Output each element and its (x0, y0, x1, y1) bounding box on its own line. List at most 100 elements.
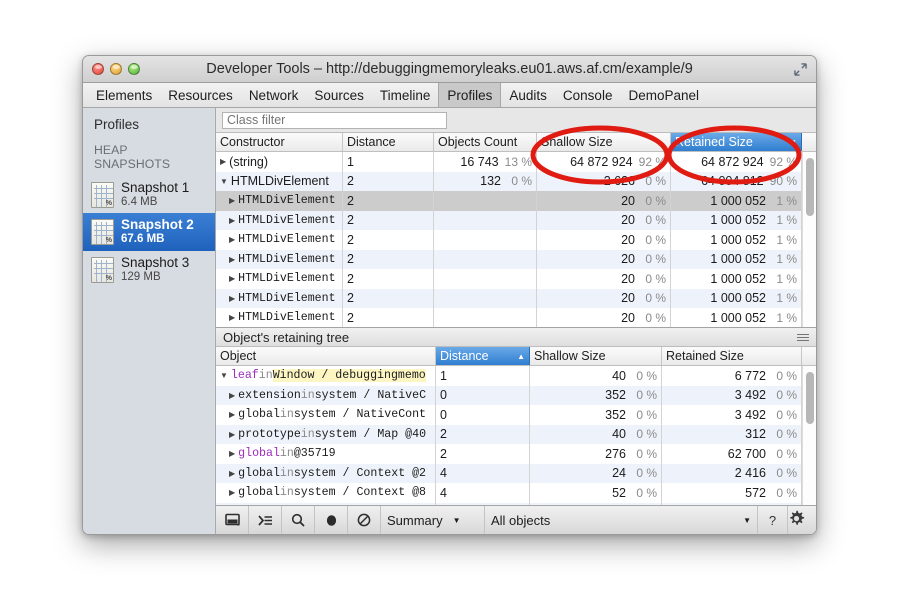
percent: 1 % (772, 272, 797, 286)
column-header-object[interactable]: Object (216, 347, 436, 365)
table-row[interactable]: ▶HTMLDivElement @22200 %1 000 0521 % (216, 250, 802, 270)
sidebar-item-snapshot-3[interactable]: % Snapshot 3 129 MB (83, 251, 215, 288)
tab-audits[interactable]: Audits (501, 83, 555, 107)
table-row[interactable]: ▶global in @3571922760 %62 7000 % (216, 444, 802, 464)
column-header-constructor[interactable]: Constructor (216, 133, 343, 151)
table-row[interactable]: ▶global in system / NativeCont03520 %3 4… (216, 405, 802, 425)
cell-distance: 2 (343, 172, 434, 192)
tab-demopanel[interactable]: DemoPanel (620, 83, 707, 107)
column-header-retained-size[interactable]: Retained Size ▼ (671, 133, 802, 151)
column-header-distance-label: Distance (440, 349, 489, 363)
disclosure-triangle-icon[interactable]: ▶ (229, 313, 235, 322)
zoom-button[interactable] (128, 63, 140, 75)
constructor-name: HTMLDivElement @2 (238, 311, 343, 324)
disclosure-triangle-icon[interactable]: ▼ (220, 371, 228, 380)
disclosure-triangle-icon[interactable]: ▶ (229, 216, 235, 225)
table-row[interactable]: ▶extension in system / NativeC03520 %3 4… (216, 386, 802, 406)
clear-icon[interactable] (348, 506, 381, 534)
table-row[interactable]: ▶HTMLDivElement @22200 %1 000 0521 % (216, 230, 802, 250)
column-header-shallow-size[interactable]: Shallow Size (530, 347, 662, 365)
table-row[interactable]: ▼HTMLDivElement21320 %2 6260 %64 004 812… (216, 172, 802, 192)
gear-icon[interactable] (788, 510, 805, 530)
view-mode-select[interactable]: Summary ▼ (381, 506, 485, 534)
value: 52 (612, 486, 626, 500)
disclosure-triangle-icon[interactable]: ▶ (229, 235, 235, 244)
cell-retained-size: 1 000 0521 % (671, 269, 802, 289)
retaining-tree-rows[interactable]: ▼leaf in Window / debuggingmemo1400 %6 7… (216, 366, 802, 505)
constructor-name: HTMLDivElement (231, 174, 329, 188)
tab-resources[interactable]: Resources (160, 83, 241, 107)
column-header-distance[interactable]: Distance (343, 133, 434, 151)
tab-sources[interactable]: Sources (306, 83, 372, 107)
value: 20 (621, 291, 635, 305)
retaining-tree-scrollbar[interactable] (802, 366, 816, 505)
disclosure-triangle-icon[interactable]: ▶ (229, 449, 235, 458)
console-drawer-icon[interactable] (249, 506, 282, 534)
chevron-down-icon: ▼ (743, 516, 751, 525)
heap-snapshot-main: Constructor Distance Objects Count Shall… (216, 108, 816, 534)
tab-console[interactable]: Console (555, 83, 621, 107)
table-row[interactable]: ▶HTMLDivElement @22200 %1 000 0521 % (216, 269, 802, 289)
table-row[interactable]: ▶prototype in system / Map @402400 %3120… (216, 425, 802, 445)
hamburger-icon[interactable] (797, 334, 809, 341)
table-row[interactable]: ▶global in system / Context @84520 %5720… (216, 483, 802, 503)
constructors-scrollbar[interactable] (802, 152, 816, 327)
scrollbar-thumb[interactable] (806, 158, 814, 216)
disclosure-triangle-icon[interactable]: ▼ (220, 177, 228, 186)
disclosure-triangle-icon[interactable]: ▶ (229, 391, 235, 400)
column-header-distance[interactable]: Distance ▲ (436, 347, 530, 365)
record-icon[interactable] (315, 506, 348, 534)
table-row[interactable]: ▶(string)116 74313 %64 872 92492 %64 872… (216, 152, 802, 172)
percent: 0 % (772, 369, 797, 383)
constructors-rows[interactable]: ▶(string)116 74313 %64 872 92492 %64 872… (216, 152, 802, 327)
tab-elements[interactable]: Elements (88, 83, 160, 107)
disclosure-triangle-icon[interactable]: ▶ (229, 469, 235, 478)
column-header-shallow-size[interactable]: Shallow Size (537, 133, 671, 151)
table-row[interactable]: ▶global in system / Context @24240 %2 41… (216, 464, 802, 484)
column-header-objects-count[interactable]: Objects Count (434, 133, 537, 151)
disclosure-triangle-icon[interactable]: ▶ (220, 157, 226, 166)
object-filter-select[interactable]: All objects ▼ (485, 506, 758, 534)
cell-distance: 2 (343, 308, 434, 327)
disclosure-triangle-icon[interactable]: ▶ (229, 488, 235, 497)
cell-retained-size: 3 4920 % (662, 386, 802, 406)
disclosure-triangle-icon[interactable]: ▶ (229, 430, 235, 439)
disclosure-triangle-icon[interactable]: ▶ (229, 196, 235, 205)
help-button[interactable]: ? (758, 506, 788, 534)
column-header-retained-size[interactable]: Retained Size (662, 347, 802, 365)
cell-object: ▼leaf in Window / debuggingmemo (216, 366, 436, 386)
scrollbar-thumb[interactable] (806, 372, 814, 424)
table-row[interactable]: ▶HTMLDivElement @22200 %1 000 0521 % (216, 191, 802, 211)
retaining-tree-title: Object's retaining tree (223, 330, 349, 345)
percent: 0 % (507, 174, 532, 188)
value: 3 492 (735, 388, 766, 402)
table-row[interactable]: ▶HTMLDivElement @22200 %1 000 0521 % (216, 211, 802, 231)
table-row[interactable]: ▶global in system / Context @842480 %5 7… (216, 503, 802, 506)
table-row[interactable]: ▶HTMLDivElement @22200 %1 000 0521 % (216, 289, 802, 309)
window-controls (92, 63, 140, 75)
search-icon[interactable] (282, 506, 315, 534)
disclosure-triangle-icon[interactable]: ▶ (229, 255, 235, 264)
percent: 0 % (632, 369, 657, 383)
tab-timeline[interactable]: Timeline (372, 83, 439, 107)
percent: 0 % (632, 388, 657, 402)
table-row[interactable]: ▶HTMLDivElement @22200 %1 000 0521 % (216, 308, 802, 327)
percent: 0 % (772, 466, 797, 480)
sidebar-item-snapshot-2[interactable]: % Snapshot 2 67.6 MB (83, 213, 215, 250)
tab-network[interactable]: Network (241, 83, 307, 107)
close-button[interactable] (92, 63, 104, 75)
disclosure-triangle-icon[interactable]: ▶ (229, 274, 235, 283)
disclosure-triangle-icon[interactable]: ▶ (229, 294, 235, 303)
value: 352 (605, 408, 626, 422)
expand-icon[interactable] (794, 63, 807, 76)
sidebar-item-snapshot-1[interactable]: % Snapshot 1 6.4 MB (83, 176, 215, 213)
minimize-button[interactable] (110, 63, 122, 75)
percent: 0 % (641, 252, 666, 266)
dock-panel-icon[interactable] (216, 506, 249, 534)
table-row[interactable]: ▼leaf in Window / debuggingmemo1400 %6 7… (216, 366, 802, 386)
tab-profiles[interactable]: Profiles (438, 83, 501, 107)
class-filter-input[interactable] (222, 112, 447, 129)
disclosure-triangle-icon[interactable]: ▶ (229, 410, 235, 419)
percent-glyph: % (106, 200, 112, 207)
percent: 0 % (632, 408, 657, 422)
